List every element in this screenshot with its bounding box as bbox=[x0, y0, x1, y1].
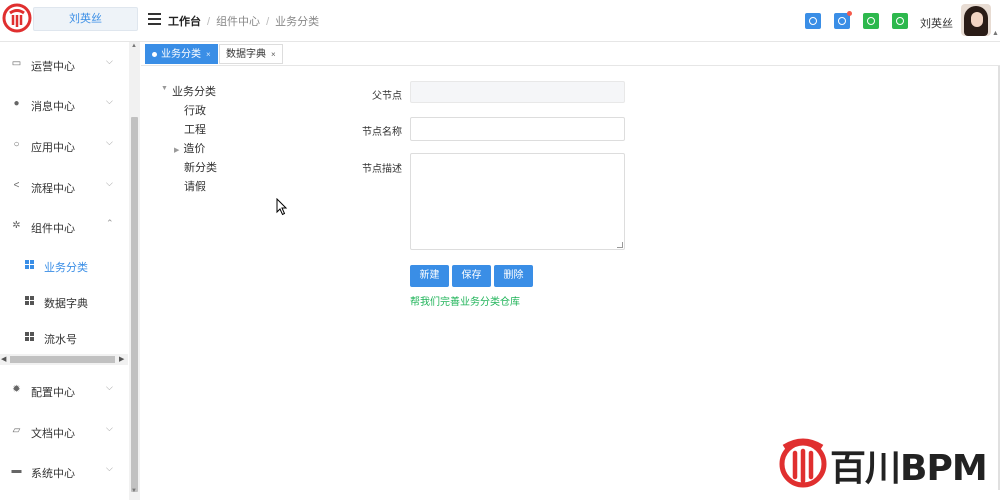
chevron-down-icon: ⌵ bbox=[106, 56, 113, 66]
tree-node[interactable]: ▶ 造价 bbox=[174, 140, 205, 156]
sidebar-subitem-label: 流水号 bbox=[44, 334, 77, 346]
sidebar-item-label: 文档中心 bbox=[31, 428, 75, 440]
node-description-textarea[interactable] bbox=[410, 153, 625, 250]
sidebar-subitem-business-category[interactable]: 业务分类 bbox=[0, 247, 128, 283]
sidebar-item-config[interactable]: ✹ 配置中心 ⌵ bbox=[0, 370, 128, 410]
close-icon[interactable]: × bbox=[206, 50, 211, 59]
sidebar-item-label: 消息中心 bbox=[31, 101, 75, 113]
sidebar-item-label: 组件中心 bbox=[31, 223, 75, 235]
grid-icon bbox=[25, 296, 34, 305]
chevron-down-icon: ⌵ bbox=[106, 178, 113, 188]
sidebar-item-documents[interactable]: ▱ 文档中心 ⌵ bbox=[0, 411, 128, 451]
sidebar: ▭ 运营中心 ⌵ ● 消息中心 ⌵ ○ 应用中心 ⌵ < 流程中心 ⌵ ✲ 组件… bbox=[0, 42, 140, 500]
tree-node[interactable]: 新分类 bbox=[184, 159, 217, 175]
desktop-icon: ▬ bbox=[11, 465, 22, 476]
resize-handle-icon[interactable] bbox=[617, 242, 623, 248]
sidebar-item-apps[interactable]: ○ 应用中心 ⌵ bbox=[0, 125, 128, 165]
scroll-up-arrow-icon[interactable]: ▲ bbox=[992, 30, 999, 37]
tab-business-category[interactable]: 业务分类 × bbox=[145, 44, 218, 64]
message-icon[interactable] bbox=[863, 13, 879, 29]
chevron-down-icon: ⌵ bbox=[106, 137, 113, 147]
gear-icon: ○ bbox=[13, 139, 20, 150]
chevron-up-icon: ⌃ bbox=[106, 218, 114, 228]
node-name-input[interactable] bbox=[410, 117, 625, 141]
help-link[interactable]: 帮我们完善业务分类仓库 bbox=[410, 293, 520, 308]
chevron-down-icon: ⌵ bbox=[106, 96, 113, 106]
monitor-icon: ▭ bbox=[11, 58, 22, 69]
cog-icon: ✲ bbox=[12, 220, 21, 231]
sidebar-item-label: 流程中心 bbox=[31, 183, 75, 195]
bell-icon[interactable] bbox=[834, 11, 852, 29]
breadcrumb: 工作台 / 组件中心 / 业务分类 bbox=[168, 16, 320, 28]
tree-node[interactable]: 工程 bbox=[184, 121, 206, 137]
tree-root[interactable]: ▼ 业务分类 bbox=[161, 83, 216, 99]
save-button[interactable]: 保存 bbox=[452, 265, 491, 287]
breadcrumb-home[interactable]: 工作台 bbox=[168, 16, 201, 28]
new-button[interactable]: 新建 bbox=[410, 265, 449, 287]
tab-label: 数据字典 bbox=[226, 49, 266, 60]
settings-icon: ✹ bbox=[12, 384, 21, 395]
close-icon[interactable]: × bbox=[271, 50, 276, 59]
bell-icon: ● bbox=[13, 98, 20, 109]
menu-toggle-icon[interactable] bbox=[148, 13, 161, 25]
tab-data-dictionary[interactable]: 数据字典 × bbox=[219, 44, 283, 64]
brand-watermark: 百川BPM bbox=[778, 433, 998, 493]
sidebar-item-system[interactable]: ▬ 系统中心 ⌵ bbox=[0, 451, 128, 491]
grid-icon bbox=[25, 260, 34, 269]
scroll-left-icon[interactable]: ◀ bbox=[1, 355, 6, 363]
mouse-cursor-icon bbox=[276, 198, 288, 216]
folder-icon: ▱ bbox=[12, 425, 21, 436]
tree-expand-icon[interactable]: ▼ bbox=[161, 85, 168, 92]
chevron-down-icon: ⌵ bbox=[106, 423, 113, 433]
tree-node[interactable]: 行政 bbox=[184, 102, 206, 118]
tab-bar: 业务分类 × 数据字典 × bbox=[141, 42, 1000, 66]
top-header: 刘英丝 工作台 / 组件中心 / 业务分类 刘英丝 ▲ bbox=[0, 0, 1000, 42]
avatar[interactable] bbox=[961, 4, 991, 36]
tab-label: 业务分类 bbox=[161, 49, 201, 60]
sidebar-subitem-label: 业务分类 bbox=[44, 262, 88, 274]
sidebar-horizontal-scrollbar[interactable]: ◀ ▶ bbox=[0, 354, 128, 365]
tree-collapsed-icon[interactable]: ▶ bbox=[174, 147, 179, 154]
sidebar-item-components[interactable]: ✲ 组件中心 ⌃ bbox=[0, 206, 128, 246]
logo-icon bbox=[2, 3, 32, 33]
tree-node-label: 造价 bbox=[183, 143, 206, 155]
chevron-down-icon: ⌵ bbox=[106, 382, 113, 392]
tree-node-label: 业务分类 bbox=[172, 86, 216, 98]
user-name-box[interactable]: 刘英丝 bbox=[33, 7, 138, 31]
sidebar-subitem-label: 数据字典 bbox=[44, 298, 88, 310]
sidebar-subitem-serial-number[interactable]: 流水号 bbox=[0, 319, 128, 355]
sidebar-item-label: 系统中心 bbox=[31, 468, 75, 480]
sidebar-item-label: 应用中心 bbox=[31, 142, 75, 154]
share-icon: < bbox=[13, 180, 20, 191]
sidebar-item-operations[interactable]: ▭ 运营中心 ⌵ bbox=[0, 44, 128, 84]
lock-icon[interactable] bbox=[892, 13, 908, 29]
sidebar-item-label: 运营中心 bbox=[31, 61, 75, 73]
breadcrumb-current: 业务分类 bbox=[275, 16, 320, 28]
parent-node-input bbox=[410, 81, 625, 103]
scrollbar-thumb[interactable] bbox=[131, 117, 138, 492]
info-icon[interactable] bbox=[805, 13, 821, 29]
node-description-label: 节点描述 bbox=[362, 164, 402, 175]
delete-button[interactable]: 删除 bbox=[494, 265, 533, 287]
scrollbar-thumb[interactable] bbox=[10, 356, 115, 363]
parent-node-label: 父节点 bbox=[372, 91, 402, 102]
scroll-right-icon[interactable]: ▶ bbox=[119, 355, 124, 363]
header-user-name[interactable]: 刘英丝 bbox=[920, 15, 953, 31]
brand-logo-icon bbox=[779, 438, 827, 488]
sidebar-item-messages[interactable]: ● 消息中心 ⌵ bbox=[0, 84, 128, 124]
breadcrumb-item[interactable]: 组件中心 bbox=[216, 16, 260, 28]
scroll-down-icon[interactable]: ▼ bbox=[131, 488, 137, 494]
node-name-label: 节点名称 bbox=[362, 127, 402, 138]
grid-icon bbox=[25, 332, 34, 341]
tree-node[interactable]: 请假 bbox=[184, 178, 206, 194]
brand-text: 百川BPM bbox=[830, 448, 988, 489]
sidebar-item-label: 配置中心 bbox=[31, 387, 75, 399]
scroll-up-icon[interactable]: ▲ bbox=[131, 43, 137, 49]
sidebar-subitem-data-dictionary[interactable]: 数据字典 bbox=[0, 283, 128, 319]
sidebar-item-workflow[interactable]: < 流程中心 ⌵ bbox=[0, 166, 128, 206]
chevron-down-icon: ⌵ bbox=[106, 463, 113, 473]
sidebar-vertical-scrollbar[interactable]: ▲ ▼ bbox=[129, 42, 140, 500]
